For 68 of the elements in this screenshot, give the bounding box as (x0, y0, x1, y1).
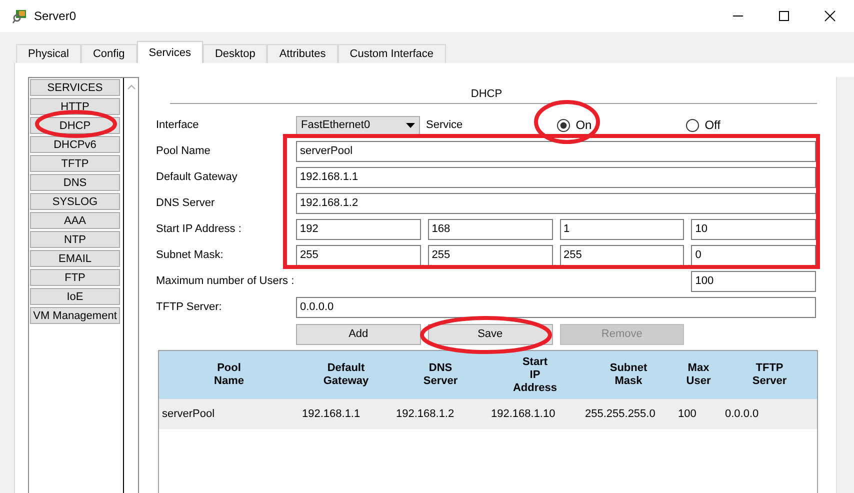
tab[interactable]: Config (80, 44, 137, 63)
service-item[interactable]: FTP (30, 269, 120, 286)
interface-dropdown[interactable]: FastEthernet0 (296, 116, 420, 134)
field-label: Interface (156, 119, 200, 131)
field-label: Default Gateway (156, 171, 238, 183)
table-cell-text: 192.168.1.2 (395, 408, 456, 420)
field-label: Service (426, 119, 463, 131)
input-field[interactable]: 10 (691, 218, 816, 240)
service-item[interactable]: IoE (30, 288, 120, 305)
tab[interactable]: Attributes (267, 44, 338, 63)
input-field[interactable]: 255 (560, 244, 684, 266)
action-button[interactable]: Add (296, 324, 421, 344)
column-header: Max User (685, 362, 712, 388)
column-header: TFTP Server (751, 362, 788, 388)
radio-button[interactable] (686, 118, 699, 132)
service-item[interactable]: VM Management (30, 307, 120, 324)
tab[interactable]: Services (136, 41, 203, 63)
radio-button[interactable] (556, 118, 570, 132)
window-title: Server0 (34, 9, 76, 23)
column-header: Start IP Address (512, 356, 558, 394)
input-field[interactable]: 1 (560, 218, 684, 240)
scrollbar[interactable] (836, 77, 854, 493)
table-cell-text: serverPool (161, 408, 216, 420)
service-item[interactable]: AAA (30, 212, 120, 229)
table-cell-text: 255.255.255.0 (584, 408, 656, 420)
column-header: Pool Name (213, 362, 245, 388)
radio-option[interactable]: On (556, 118, 592, 132)
tab[interactable]: Custom Interface (338, 44, 446, 63)
input-field[interactable]: 100 (691, 270, 816, 292)
table-cell-text: 0.0.0.0 (724, 408, 760, 420)
column-header: Subnet Mask (608, 362, 648, 388)
input-field[interactable]: 255 (428, 244, 552, 266)
input-field[interactable]: serverPool (296, 140, 816, 162)
field-label: Maximum number of Users : (156, 275, 296, 287)
close-icon[interactable] (824, 10, 836, 22)
section-heading: DHCP (470, 87, 504, 102)
input-field[interactable]: 0 (691, 244, 816, 266)
field-label: Pool Name (156, 145, 212, 157)
input-field[interactable]: 0.0.0.0 (296, 296, 816, 318)
service-item[interactable]: SERVICES (30, 79, 120, 96)
field-label: Start IP Address : (156, 223, 242, 235)
service-item[interactable]: SYSLOG (30, 193, 120, 210)
column-header: Default Gateway (322, 362, 370, 388)
annotation-ellipse (534, 100, 600, 144)
caret-icon (406, 122, 415, 128)
service-item[interactable]: NTP (30, 231, 120, 248)
table-cell-text: 100 (677, 408, 698, 420)
input-field[interactable]: 192 (296, 218, 421, 240)
maximize-icon[interactable] (778, 10, 790, 22)
field-label: TFTP Server: (156, 301, 223, 313)
column-header: DNS Server (422, 362, 459, 388)
service-item[interactable]: DNS (30, 174, 120, 191)
field-label: DNS Server (156, 197, 216, 209)
input-field[interactable]: 192.168.1.2 (296, 192, 816, 214)
action-button[interactable]: Save (428, 324, 552, 344)
tab[interactable]: Physical (16, 44, 81, 63)
service-item[interactable]: TFTP (30, 155, 120, 172)
table-cell-text: 192.168.1.1 (301, 408, 362, 420)
input-field[interactable]: 192.168.1.1 (296, 166, 816, 188)
service-item[interactable]: DHCPv6 (30, 136, 120, 153)
service-item[interactable]: EMAIL (30, 250, 120, 267)
radio-option[interactable]: Off (686, 118, 720, 132)
table-cell-text: 192.168.1.10 (490, 408, 556, 420)
tab[interactable]: Desktop (202, 44, 268, 63)
input-field[interactable]: 168 (428, 218, 552, 240)
server-icon (12, 8, 28, 24)
input-field[interactable]: 255 (296, 244, 421, 266)
field-label: Subnet Mask: (156, 249, 224, 261)
